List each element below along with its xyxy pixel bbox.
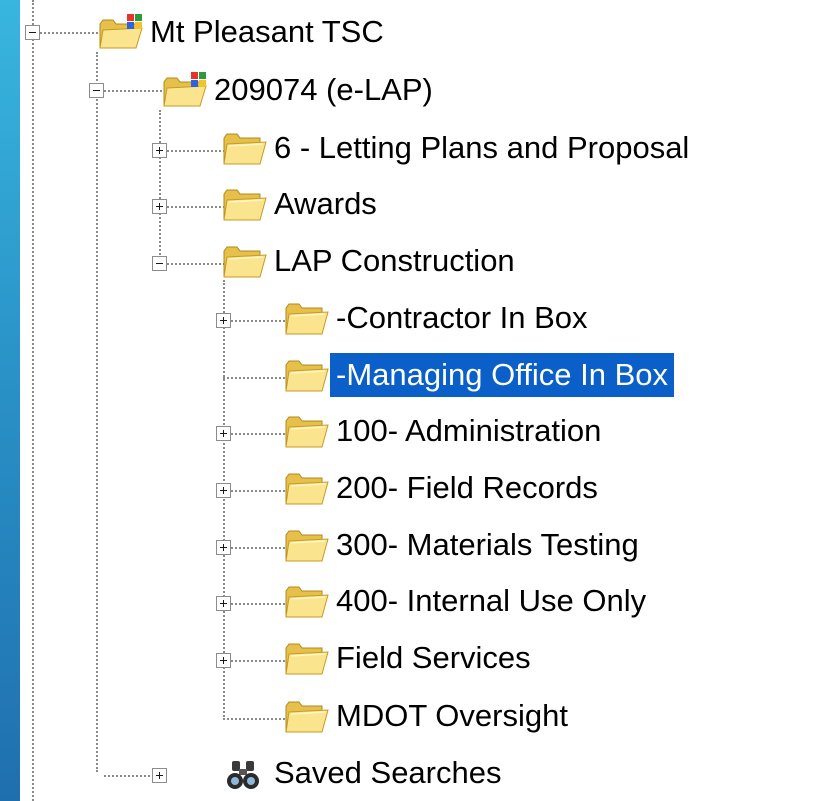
folder-icon	[284, 527, 330, 563]
folder-icon	[284, 300, 330, 336]
expand-toggle-saved-searches[interactable]	[152, 768, 167, 783]
tree-node-field-services[interactable]: Field Services	[284, 634, 537, 682]
expand-toggle-materials-testing[interactable]	[216, 540, 231, 555]
tree-node-label: Awards	[274, 186, 377, 221]
tree-node-label: Saved Searches	[274, 755, 502, 790]
project-folder-icon	[98, 14, 144, 50]
tree-node-label: 6 - Letting Plans and Proposal	[274, 130, 690, 165]
tree-node-label: LAP Construction	[274, 243, 515, 278]
tree-node-lap-construction[interactable]: LAP Construction	[222, 237, 521, 285]
tree-node-mdot-oversight[interactable]: MDOT Oversight	[284, 692, 574, 740]
expand-toggle-internal-use[interactable]	[216, 596, 231, 611]
expand-toggle-field-records[interactable]	[216, 483, 231, 498]
tree-node-label: 300- Materials Testing	[336, 527, 639, 562]
expand-toggle-letting[interactable]	[152, 143, 167, 158]
folder-icon	[284, 698, 330, 734]
collapse-toggle-209074[interactable]	[89, 83, 104, 98]
expand-toggle-contractor-inbox[interactable]	[216, 313, 231, 328]
tree-node-mt-pleasant-tsc[interactable]: Mt Pleasant TSC	[98, 8, 390, 56]
tree-node-209074[interactable]: 209074 (e-LAP)	[162, 66, 439, 114]
expand-toggle-field-services[interactable]	[216, 653, 231, 668]
tree-node-label: Mt Pleasant TSC	[150, 14, 384, 49]
collapse-toggle-mt-pleasant[interactable]	[25, 25, 40, 40]
expand-toggle-administration[interactable]	[216, 426, 231, 441]
tree-node-internal-use-only[interactable]: 400- Internal Use Only	[284, 577, 652, 625]
tree-node-label: Field Services	[336, 640, 531, 675]
tree-node-letting-plans[interactable]: 6 - Letting Plans and Proposal	[222, 124, 695, 172]
tree-node-contractor-inbox[interactable]: -Contractor In Box	[284, 294, 594, 342]
folder-icon	[284, 357, 330, 393]
tree-node-label: 200- Field Records	[336, 470, 598, 505]
folder-icon	[222, 186, 268, 222]
tree-node-managing-office-inbox[interactable]: -Managing Office In Box	[284, 351, 674, 399]
tree-node-awards[interactable]: Awards	[222, 180, 383, 228]
tree-node-label: 209074 (e-LAP)	[214, 72, 433, 107]
expand-toggle-awards[interactable]	[152, 199, 167, 214]
folder-icon	[284, 640, 330, 676]
folder-icon	[222, 243, 268, 279]
folder-tree-panel: Mt Pleasant TSC 209074 (e-LAP) 6 - Letti…	[20, 0, 833, 801]
tree-node-label: 100- Administration	[336, 413, 602, 448]
binoculars-icon	[222, 755, 268, 791]
tree-node-label: 400- Internal Use Only	[336, 583, 647, 618]
folder-icon	[222, 130, 268, 166]
collapse-toggle-lap-construction[interactable]	[152, 256, 167, 271]
tree-node-label-selected: -Managing Office In Box	[330, 353, 674, 397]
tree-node-administration[interactable]: 100- Administration	[284, 407, 607, 455]
tree-node-label: -Contractor In Box	[336, 300, 588, 335]
tree-node-label: MDOT Oversight	[336, 698, 568, 733]
folder-icon	[284, 470, 330, 506]
project-folder-icon	[162, 72, 208, 108]
folder-icon	[284, 413, 330, 449]
tree-node-field-records[interactable]: 200- Field Records	[284, 464, 604, 512]
tree-node-saved-searches[interactable]: Saved Searches	[222, 749, 507, 797]
tree-node-materials-testing[interactable]: 300- Materials Testing	[284, 521, 645, 569]
folder-icon	[284, 583, 330, 619]
